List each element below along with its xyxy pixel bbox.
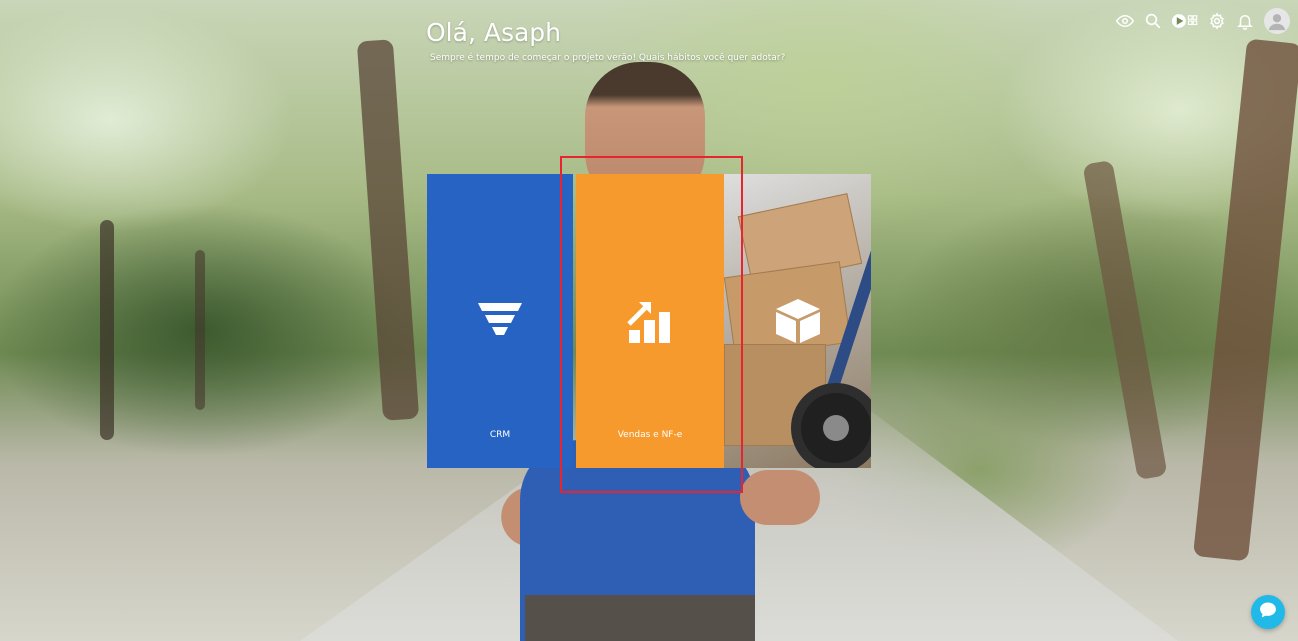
greeting-subtitle: Sempre é tempo de começar o projeto verã… [430, 53, 786, 63]
user-avatar[interactable] [1264, 8, 1290, 34]
box-icon [774, 297, 822, 345]
background-wheel [791, 383, 871, 468]
greeting-title: Olá, Asaph [426, 18, 561, 47]
settings-icon[interactable] [1208, 12, 1226, 30]
tile-label: CRM [489, 430, 511, 440]
funnel-icon [478, 303, 522, 339]
top-toolbar [1116, 6, 1290, 36]
play-apps-icon[interactable] [1172, 12, 1198, 30]
background-tree [100, 220, 114, 440]
runner-arm [740, 470, 820, 525]
search-icon[interactable] [1144, 12, 1162, 30]
tile-estoque[interactable] [724, 174, 871, 468]
runner-shorts [525, 595, 755, 641]
eye-icon[interactable] [1116, 12, 1134, 30]
background-tree [195, 250, 205, 410]
tile-vendas-nfe[interactable]: Vendas e NF-e [576, 174, 724, 468]
growth-chart-icon [627, 298, 673, 344]
chat-button[interactable] [1251, 595, 1285, 629]
chat-icon [1258, 600, 1278, 624]
tile-label: Vendas e NF-e [617, 430, 683, 440]
bell-icon[interactable] [1236, 12, 1254, 30]
app-tiles: CRM Vendas e NF-e [427, 174, 871, 468]
tile-crm[interactable]: CRM [427, 174, 573, 468]
